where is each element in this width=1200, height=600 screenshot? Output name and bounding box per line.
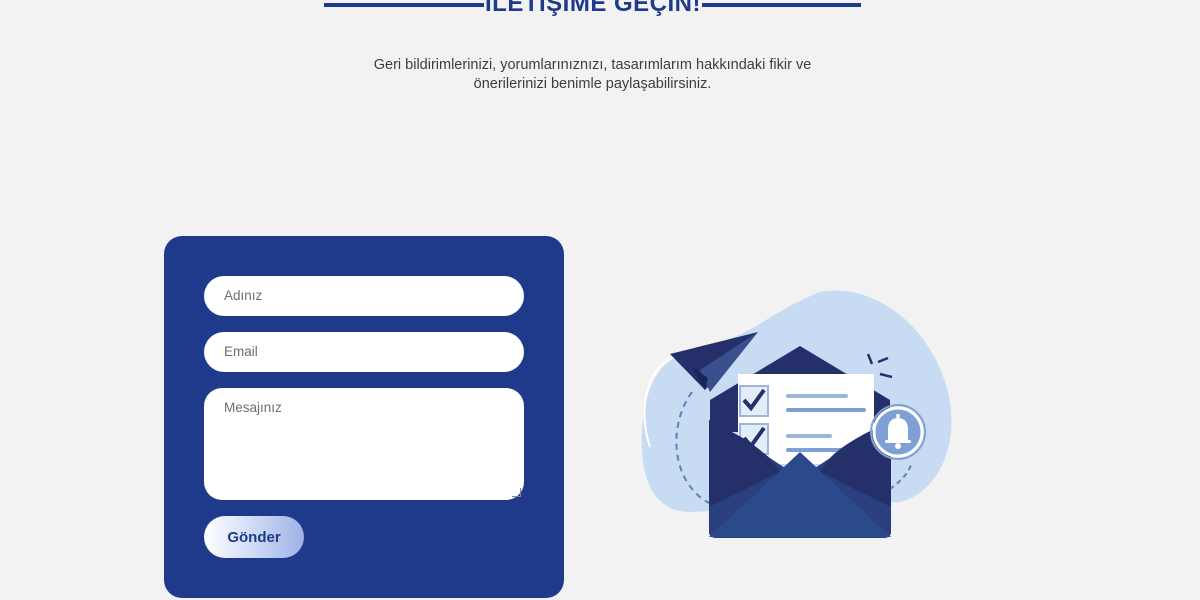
heading-divider-left — [324, 3, 484, 7]
message-placeholder: Mesajınız — [224, 400, 282, 415]
bell-icon — [870, 404, 926, 460]
message-textarea[interactable]: Mesajınız — [204, 388, 524, 500]
email-placeholder: Email — [224, 344, 258, 359]
page-title: İLETİŞİME GEÇİN! — [484, 0, 701, 17]
contact-illustration — [641, 290, 952, 538]
heading-divider-right — [702, 3, 861, 7]
contact-form: Adınız Email Mesajınız Gönder — [164, 236, 564, 598]
resize-handle[interactable] — [512, 488, 521, 497]
page-subtitle: Geri bildirimlerinizi, yorumlarınıznızı,… — [350, 56, 835, 94]
section-heading: İLETİŞİME GEÇİN! — [0, 0, 1200, 22]
subtitle-line-1: Geri bildirimlerinizi, yorumlarınıznızı,… — [373, 57, 812, 73]
name-placeholder: Adınız — [224, 288, 263, 303]
email-input[interactable]: Email — [204, 332, 524, 372]
name-input[interactable]: Adınız — [204, 276, 524, 316]
send-button[interactable]: Gönder — [204, 516, 304, 558]
subtitle-line-2: önerilerinizi benimle paylaşabilirsiniz. — [473, 76, 712, 92]
